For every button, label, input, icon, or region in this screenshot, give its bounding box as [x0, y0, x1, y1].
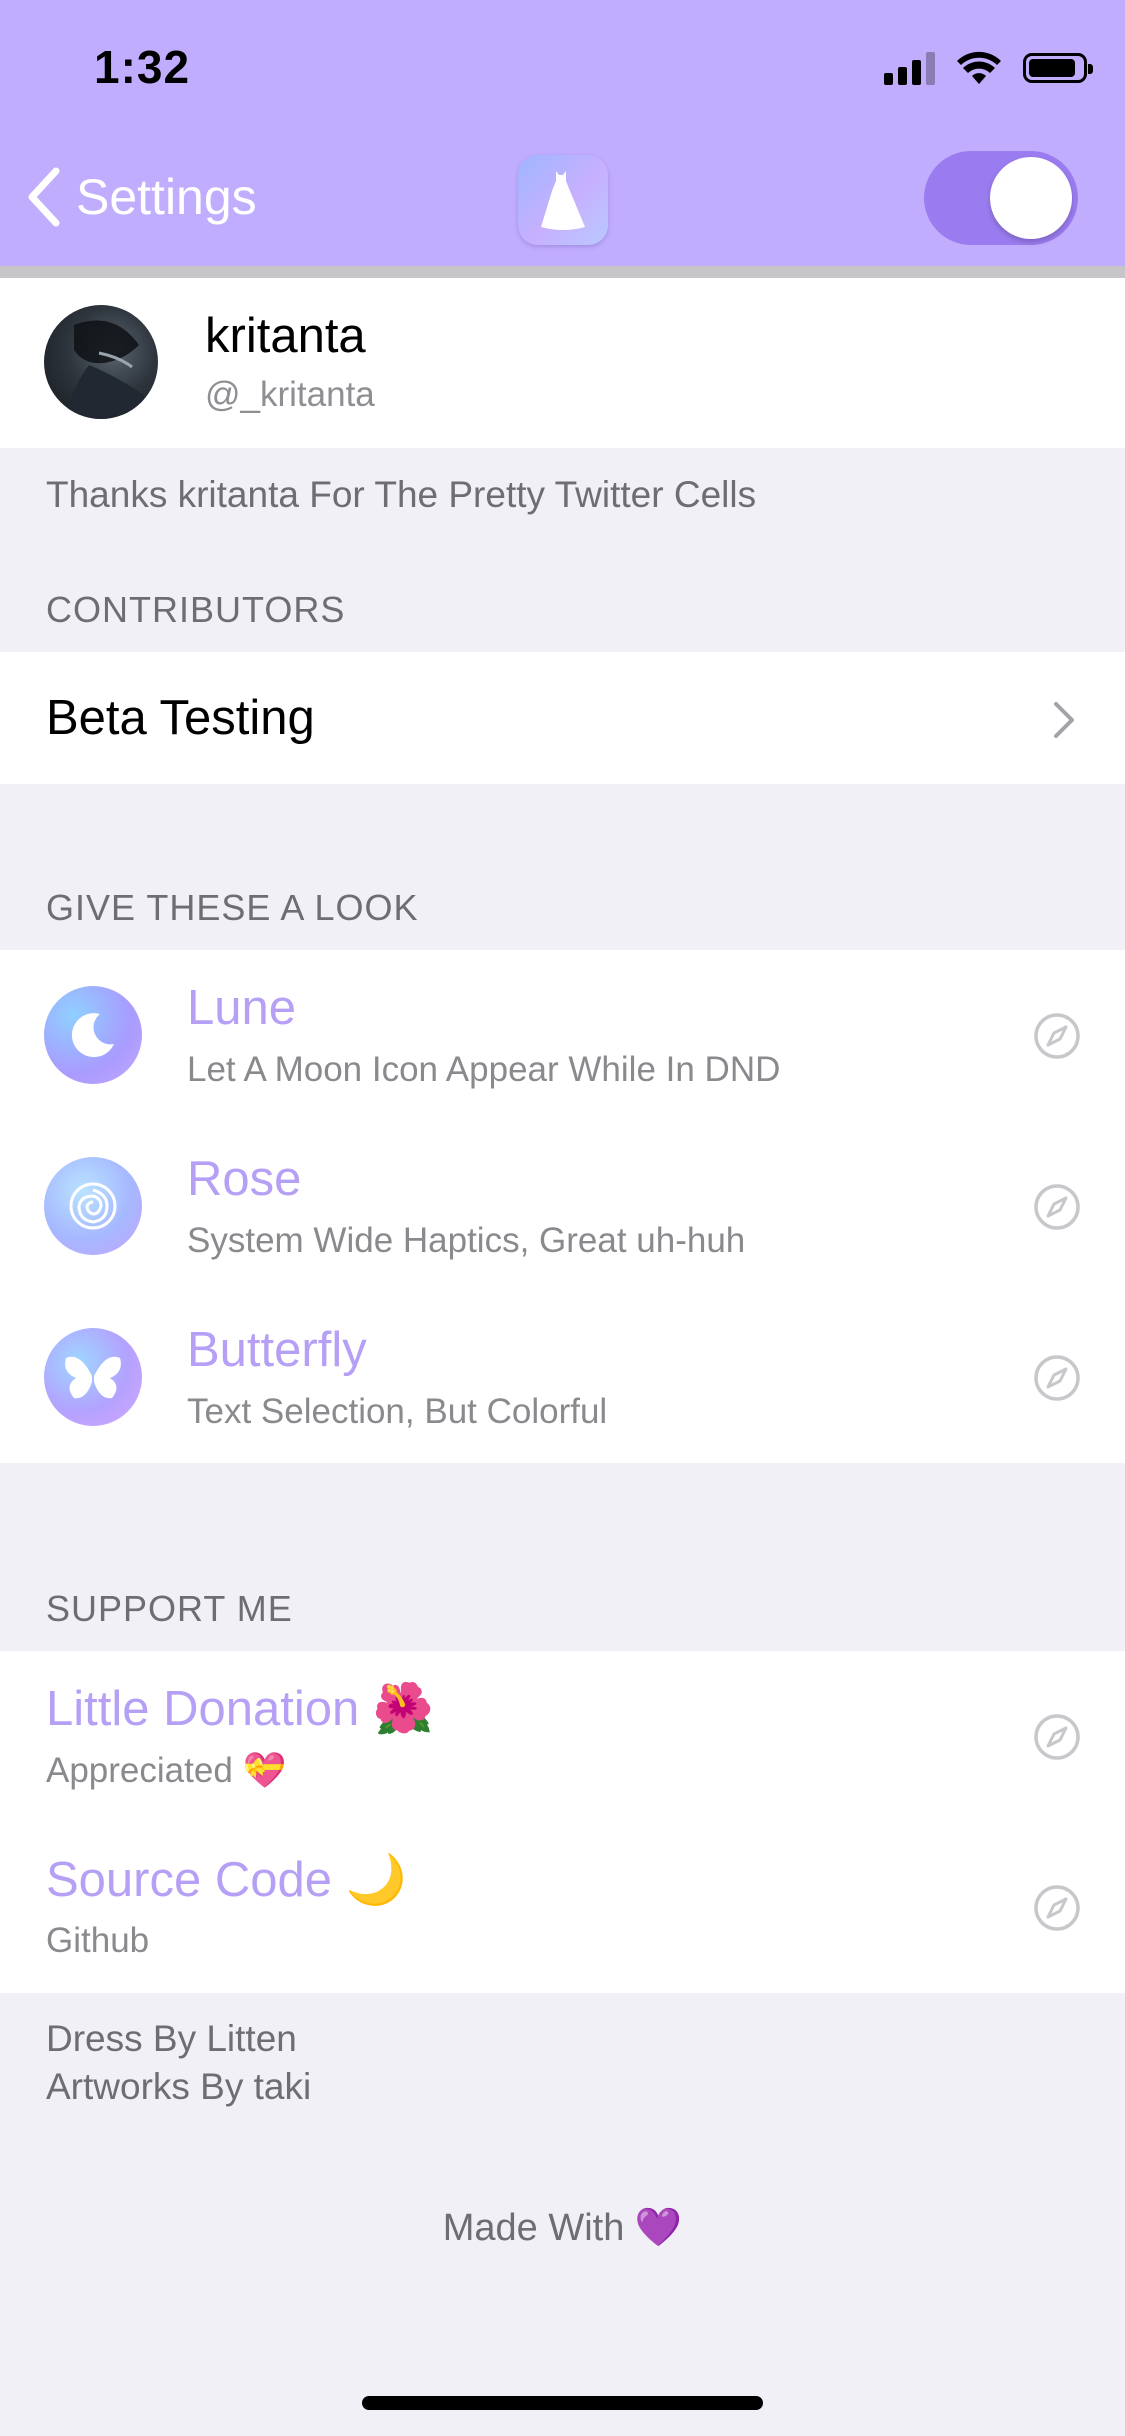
- lune-subtitle: Let A Moon Icon Appear While In DND: [187, 1050, 781, 1089]
- header-divider: [0, 266, 1125, 278]
- cellular-signal-icon: [884, 51, 935, 85]
- wifi-icon: [957, 51, 1001, 84]
- chevron-left-icon: [28, 167, 60, 227]
- dress-icon: [518, 155, 608, 245]
- credits-artworks: Artworks By taki: [46, 2066, 312, 2107]
- source-code-title: Source Code 🌙: [46, 1851, 407, 1908]
- butterfly-title: Butterfly: [187, 1323, 367, 1377]
- butterfly-icon: [44, 1328, 142, 1426]
- profile-footer-text: Thanks kritanta For The Pretty Twitter C…: [46, 474, 757, 515]
- list-item-lune[interactable]: [0, 950, 1125, 1121]
- heart-gift-icon: 💝: [242, 1751, 287, 1791]
- home-indicator[interactable]: [362, 2396, 763, 2410]
- section-header-give-these-a-look: GIVE THESE A LOOK: [46, 887, 419, 928]
- toggle-knob: [990, 157, 1072, 239]
- little-donation-title: Little Donation 🌺: [46, 1680, 434, 1737]
- rose-subtitle: System Wide Haptics, Great uh-huh: [187, 1221, 746, 1260]
- rose-title: Rose: [187, 1152, 302, 1206]
- credits-footer: Dress By Litten Artworks By taki: [46, 2015, 311, 2111]
- source-code-subtitle: Github: [46, 1921, 150, 1960]
- compass-icon[interactable]: [1033, 1884, 1081, 1932]
- compass-icon[interactable]: [1033, 1183, 1081, 1231]
- avatar: [44, 305, 158, 419]
- list-item-butterfly[interactable]: [0, 1292, 1125, 1463]
- back-label: Settings: [76, 169, 257, 225]
- rose-icon: [44, 1157, 142, 1255]
- crescent-moon-icon: 🌙: [345, 1851, 407, 1908]
- battery-icon: [1023, 53, 1093, 83]
- nav-header: 1:32 Settings: [0, 0, 1125, 266]
- profile-handle: @_kritanta: [205, 375, 375, 414]
- beta-testing-label: Beta Testing: [46, 691, 315, 745]
- chevron-right-icon: [1054, 702, 1074, 738]
- status-time: 1:32: [94, 41, 191, 93]
- credits-dress: Dress By Litten: [46, 2018, 297, 2059]
- butterfly-subtitle: Text Selection, But Colorful: [187, 1392, 608, 1431]
- lune-title: Lune: [187, 981, 297, 1035]
- section-header-support-me: SUPPORT ME: [46, 1588, 293, 1629]
- status-icons: [884, 48, 1093, 88]
- back-button[interactable]: Settings: [24, 162, 257, 232]
- compass-icon[interactable]: [1033, 1354, 1081, 1402]
- made-with-footer: Made With 💜: [442, 2205, 683, 2249]
- little-donation-subtitle: Appreciated 💝: [46, 1751, 287, 1791]
- moon-icon: [44, 986, 142, 1084]
- compass-icon[interactable]: [1033, 1713, 1081, 1761]
- purple-heart-icon: 💜: [634, 2205, 683, 2249]
- profile-name: kritanta: [205, 309, 366, 363]
- hibiscus-icon: 🌺: [372, 1680, 434, 1737]
- section-header-contributors: CONTRIBUTORS: [46, 589, 346, 630]
- profile-cell[interactable]: [0, 278, 1125, 448]
- list-item-rose[interactable]: [0, 1121, 1125, 1292]
- enable-toggle[interactable]: [924, 151, 1078, 245]
- compass-icon[interactable]: [1033, 1012, 1081, 1060]
